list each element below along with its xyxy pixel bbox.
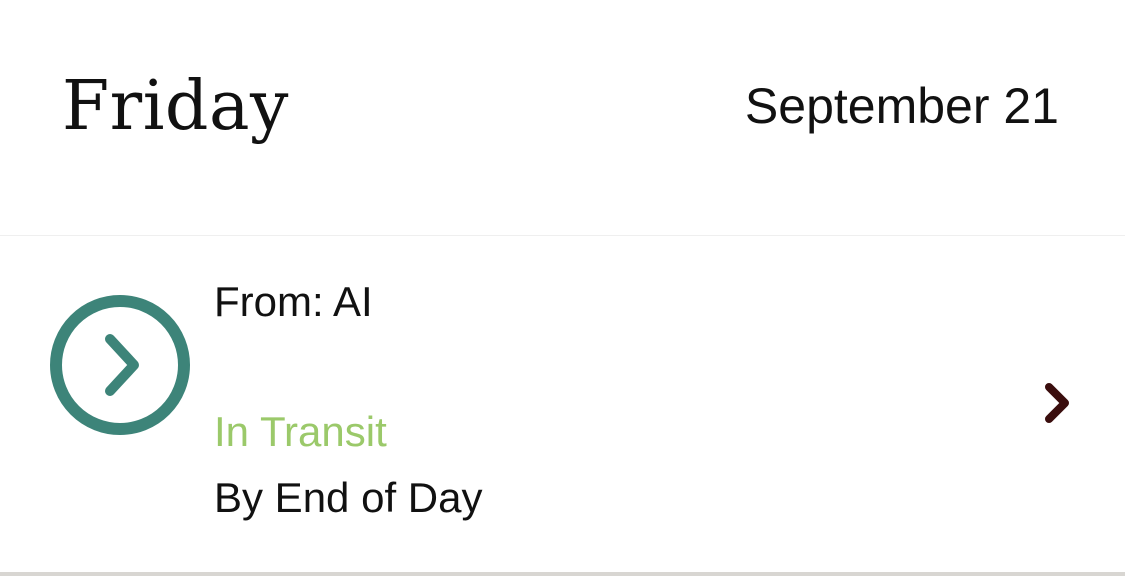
shipment-eta: By End of Day	[214, 474, 483, 521]
shipment-status: In Transit	[214, 408, 387, 455]
shipment-row[interactable]: From: AI In Transit By End of Day	[0, 236, 1125, 572]
day-header: Friday September 21	[0, 0, 1125, 235]
chevron-right-circle-icon	[50, 295, 190, 435]
date-label: September 21	[744, 78, 1059, 134]
day-title: Friday	[62, 67, 289, 146]
divider	[0, 572, 1125, 576]
chevron-right-icon	[1045, 383, 1069, 423]
shipment-sender: From: AI	[214, 278, 373, 325]
